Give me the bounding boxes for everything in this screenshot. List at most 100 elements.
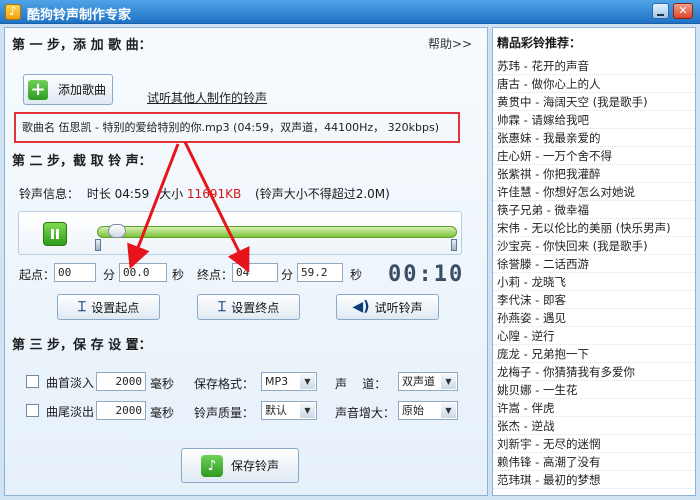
- recommend-item[interactable]: 黄贯中 - 海阔天空 (我是歌手): [493, 93, 695, 111]
- fade-in-label: 曲首淡入: [46, 376, 95, 390]
- pause-button[interactable]: [43, 222, 67, 246]
- gain-value: 原始: [402, 404, 424, 417]
- recommend-item[interactable]: 李代沫 - 即客: [493, 291, 695, 309]
- set-end-label: 设置终点: [231, 300, 280, 315]
- lcd-time-display: 00:10: [388, 262, 465, 287]
- preview-label: 试听铃声: [374, 300, 423, 315]
- recommend-item[interactable]: 赖伟锋 - 高潮了没有: [493, 453, 695, 471]
- size-label: 大小: [159, 187, 184, 201]
- channel-select[interactable]: 双声道 ▼: [398, 372, 458, 391]
- recommend-item[interactable]: 刘新宇 - 无尽的迷惘: [493, 435, 695, 453]
- gain-select[interactable]: 原始 ▼: [398, 401, 458, 420]
- recommend-item[interactable]: 庞龙 - 兄弟抱一下: [493, 345, 695, 363]
- start-sec-input[interactable]: 00.0: [119, 263, 167, 282]
- player-panel: [18, 211, 462, 255]
- set-end-button[interactable]: ⌶ 设置终点: [197, 294, 300, 320]
- recommend-item[interactable]: 许佳慧 - 你想好怎么对她说: [493, 183, 695, 201]
- text-cursor-icon: ⌶: [217, 299, 227, 315]
- recommend-item[interactable]: 许嵩 - 伴虎: [493, 399, 695, 417]
- start-marker-handle[interactable]: [95, 239, 101, 251]
- quality-select[interactable]: 默认 ▼: [261, 401, 317, 420]
- fade-out-checkbox[interactable]: [26, 404, 39, 417]
- preview-button[interactable]: ◀) 试听铃声: [336, 294, 439, 320]
- slider-thumb[interactable]: [107, 224, 126, 238]
- size-value: 11691KB: [186, 187, 242, 201]
- channel-label: 声 道：: [335, 377, 387, 391]
- trim-slider-track[interactable]: [97, 226, 457, 238]
- recommend-list: 苏玮 - 花开的声音 唐古 - 做你心上的人 黄贯中 - 海阔天空 (我是歌手) 帅霖…: [493, 57, 695, 489]
- speaker-icon: ◀): [352, 299, 370, 315]
- chevron-down-icon: ▼: [441, 403, 456, 418]
- start-min-input[interactable]: 00: [54, 263, 96, 282]
- chevron-down-icon: ▼: [300, 374, 315, 389]
- chevron-down-icon: ▼: [300, 403, 315, 418]
- recommend-item[interactable]: 张杰 - 逆战: [493, 417, 695, 435]
- fade-in-input[interactable]: 2000: [96, 372, 146, 391]
- recommend-item[interactable]: 帅霖 - 请嫁给我吧: [493, 111, 695, 129]
- step3-title: 第 三 步，保 存 设 置：: [12, 338, 152, 353]
- duration-text: 时长 04:59: [86, 187, 150, 201]
- recommend-item[interactable]: 孙燕姿 - 遇见: [493, 309, 695, 327]
- start-sec-unit: 秒: [172, 268, 185, 282]
- size-note: (铃声大小不得超过2.0M): [255, 187, 390, 201]
- music-note-icon: ♪: [200, 454, 223, 477]
- step2-title: 第 二 步，截 取 铃 声：: [12, 154, 152, 169]
- recommend-title: 精品彩铃推荐：: [497, 36, 582, 50]
- chevron-down-icon: ▼: [441, 374, 456, 389]
- title-bar[interactable]: 酷狗铃声制作专家 ✕: [0, 0, 700, 24]
- ring-info: 铃声信息： 时长 04:59 大小 11691KB (铃声大小不得超过2.0M): [19, 185, 390, 202]
- recommend-item[interactable]: 唐古 - 做你心上的人: [493, 75, 695, 93]
- quality-value: 默认: [265, 404, 287, 417]
- add-song-button[interactable]: + 添加歌曲: [23, 74, 113, 105]
- end-label: 终点：: [197, 268, 234, 282]
- set-start-button[interactable]: ⌶ 设置起点: [57, 294, 160, 320]
- window-title: 酷狗铃声制作专家: [27, 8, 132, 23]
- format-select[interactable]: MP3 ▼: [261, 372, 317, 391]
- set-start-label: 设置起点: [91, 300, 140, 315]
- recommend-item[interactable]: 庄心妍 - 一万个舍不得: [493, 147, 695, 165]
- quality-label: 铃声质量：: [194, 406, 255, 420]
- recommend-item[interactable]: 苏玮 - 花开的声音: [493, 57, 695, 75]
- text-cursor-icon: ⌶: [77, 299, 87, 315]
- fade-in-unit: 毫秒: [150, 377, 175, 391]
- fade-in-checkbox[interactable]: [26, 375, 39, 388]
- close-button[interactable]: ✕: [673, 3, 693, 19]
- kugou-app-icon: [5, 4, 21, 20]
- help-link[interactable]: 帮助>>: [428, 35, 472, 52]
- recommend-item[interactable]: 心隍 - 逆行: [493, 327, 695, 345]
- start-min-unit: 分: [103, 268, 116, 282]
- main-panel: 第 一 步，添 加 歌 曲： 帮助>> + 添加歌曲 试听其他人制作的铃声 歌曲…: [4, 27, 488, 496]
- fade-out-label: 曲尾淡出: [46, 405, 95, 419]
- add-song-label: 添加歌曲: [58, 83, 107, 97]
- recommend-item[interactable]: 小莉 - 龙晓飞: [493, 273, 695, 291]
- step1-title: 第 一 步，添 加 歌 曲：: [12, 38, 152, 53]
- format-label: 保存格式：: [194, 377, 255, 391]
- end-marker-handle[interactable]: [451, 239, 457, 251]
- gain-label: 声音增大：: [335, 406, 396, 420]
- save-ringtone-label: 保存铃声: [230, 459, 279, 473]
- listen-others-link[interactable]: 试听其他人制作的铃声: [147, 89, 267, 106]
- song-info: 歌曲名 伍思凯 - 特别的爱给特别的你.mp3 (04:59，双声道，44100…: [14, 112, 460, 143]
- fade-out-input[interactable]: 2000: [96, 401, 146, 420]
- end-min-input[interactable]: 04: [232, 263, 278, 282]
- fade-out-unit: 毫秒: [150, 406, 175, 420]
- start-label: 起点：: [19, 268, 56, 282]
- recommend-item[interactable]: 张惠妹 - 我最亲爱的: [493, 129, 695, 147]
- recommend-item[interactable]: 宋伟 - 无以伦比的美丽 (快乐男声): [493, 219, 695, 237]
- recommend-item[interactable]: 姚贝娜 - 一生花: [493, 381, 695, 399]
- recommend-item[interactable]: 龙梅子 - 你猜猜我有多爱你: [493, 363, 695, 381]
- recommend-item[interactable]: 筷子兄弟 - 微幸福: [493, 201, 695, 219]
- recommend-item[interactable]: 张紫祺 - 你把我灌醉: [493, 165, 695, 183]
- save-ringtone-button[interactable]: ♪ 保存铃声: [181, 448, 299, 483]
- recommend-panel: 精品彩铃推荐： 苏玮 - 花开的声音 唐古 - 做你心上的人 黄贯中 - 海阔天空 …: [492, 27, 696, 496]
- recommend-item[interactable]: 范玮琪 - 最初的梦想: [493, 471, 695, 489]
- recommend-item[interactable]: 沙宝亮 - 你快回来 (我是歌手): [493, 237, 695, 255]
- minimize-button[interactable]: [652, 3, 669, 19]
- format-value: MP3: [265, 375, 289, 388]
- end-sec-input[interactable]: 59.2: [297, 263, 343, 282]
- channel-value: 双声道: [402, 375, 435, 388]
- plus-icon: +: [28, 79, 48, 100]
- end-sec-unit: 秒: [350, 268, 363, 282]
- recommend-item[interactable]: 徐誉滕 - 二话西游: [493, 255, 695, 273]
- ring-info-label: 铃声信息：: [19, 187, 80, 201]
